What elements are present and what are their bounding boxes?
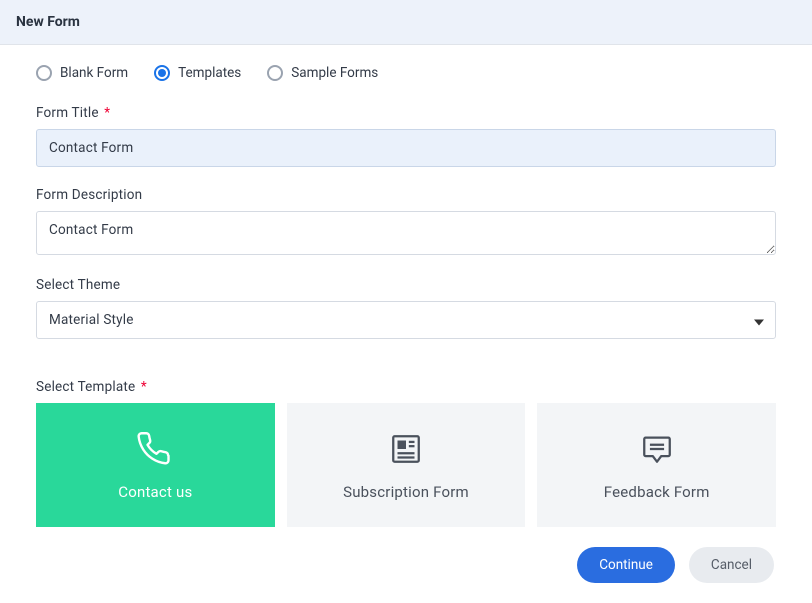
template-card-label: Feedback Form: [604, 483, 710, 501]
dialog-header: New Form: [0, 0, 812, 45]
dialog-footer: Continue Cancel: [36, 547, 776, 583]
select-theme-wrapper: Material Style: [36, 301, 776, 339]
radio-icon: [267, 65, 283, 81]
radio-label: Blank Form: [60, 65, 128, 81]
form-source-radio-group: Blank Form Templates Sample Forms: [36, 65, 776, 81]
template-card-subscription-form[interactable]: Subscription Form: [287, 403, 526, 527]
chat-icon: [640, 429, 674, 469]
required-marker: *: [101, 105, 111, 121]
template-card-label: Contact us: [118, 483, 192, 501]
radio-icon: [36, 65, 52, 81]
continue-button[interactable]: Continue: [577, 547, 675, 583]
template-card-label: Subscription Form: [343, 483, 469, 501]
cancel-button[interactable]: Cancel: [689, 547, 774, 583]
radio-blank-form[interactable]: Blank Form: [36, 65, 128, 81]
radio-icon: [154, 65, 170, 81]
form-description-input[interactable]: Contact Form: [36, 211, 776, 255]
radio-sample-forms[interactable]: Sample Forms: [267, 65, 378, 81]
radio-label: Sample Forms: [291, 65, 378, 81]
template-card-feedback-form[interactable]: Feedback Form: [537, 403, 776, 527]
dialog-title: New Form: [16, 14, 796, 30]
template-card-contact-us[interactable]: Contact us: [36, 403, 275, 527]
label-text: Select Template: [36, 379, 135, 395]
required-marker: *: [137, 379, 147, 395]
select-template-label: Select Template *: [36, 379, 776, 395]
form-description-label: Form Description: [36, 187, 776, 203]
form-title-input[interactable]: [36, 129, 776, 167]
phone-icon: [137, 429, 173, 469]
select-theme-dropdown[interactable]: Material Style: [36, 301, 776, 339]
form-title-label: Form Title *: [36, 105, 776, 121]
label-text: Form Title: [36, 105, 99, 121]
template-card-row: Contact us Subscription Form: [36, 403, 776, 527]
radio-templates[interactable]: Templates: [154, 65, 241, 81]
radio-label: Templates: [178, 65, 241, 81]
dialog-content: Blank Form Templates Sample Forms Form T…: [0, 45, 812, 603]
select-theme-label: Select Theme: [36, 277, 776, 293]
newspaper-icon: [389, 429, 423, 469]
